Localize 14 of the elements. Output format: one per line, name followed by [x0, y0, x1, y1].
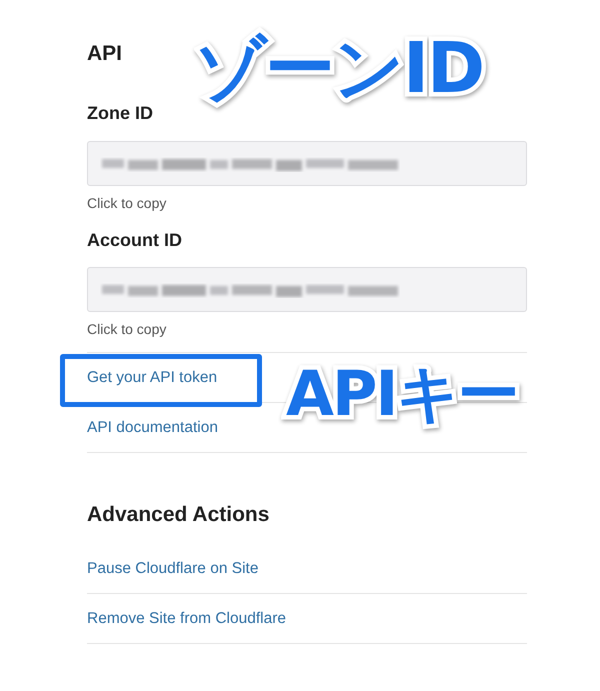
link[interactable]: API documentation: [87, 418, 218, 436]
section-heading: Advanced Actions: [87, 502, 270, 528]
link[interactable]: Remove Site from Cloudflare: [87, 610, 286, 628]
copy-field[interactable]: [87, 141, 527, 186]
field-label: Account ID: [87, 229, 182, 252]
copy-hint: Click to copy: [87, 320, 168, 339]
link[interactable]: Pause Cloudflare on Site: [87, 560, 258, 578]
annotation-label: APIキー: [286, 358, 518, 430]
section-heading: API: [87, 41, 122, 67]
link[interactable]: Get your API token: [87, 368, 218, 386]
copy-field[interactable]: [87, 267, 527, 312]
copy-hint: Click to copy: [87, 194, 168, 213]
field-label: Zone ID: [87, 102, 153, 125]
annotation-label: ゾーンID: [195, 28, 484, 108]
